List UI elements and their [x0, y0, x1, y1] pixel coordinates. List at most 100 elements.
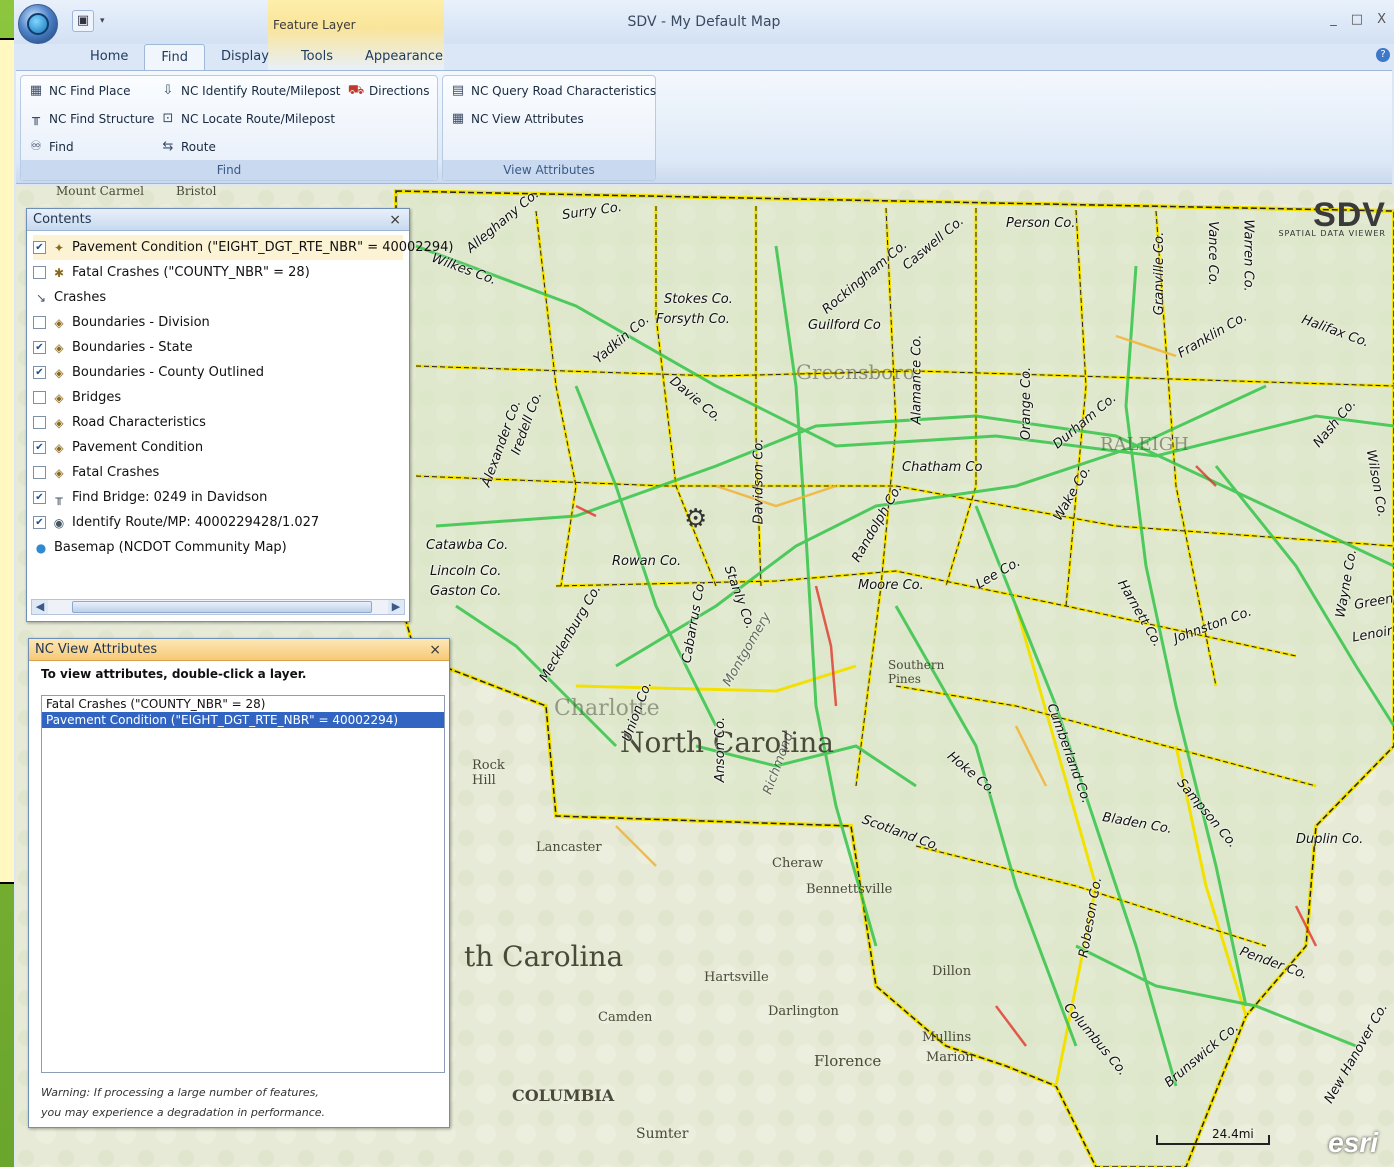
layer-checkbox[interactable]: ✔	[33, 366, 46, 379]
county-label: Davidson Co.	[751, 438, 767, 525]
layer-item[interactable]: ◈ Bridges	[33, 385, 403, 410]
label-rock-hill: Rock Hill	[472, 758, 505, 788]
help-icon[interactable]: ?	[1376, 48, 1390, 62]
layer-checkbox[interactable]	[33, 466, 46, 479]
label-mount-carmel: Mount Carmel	[56, 186, 144, 198]
list-item[interactable]: Fatal Crashes ("COUNTY_NBR" = 28)	[42, 696, 444, 712]
label-south-carolina: th Carolina	[464, 940, 624, 973]
layer-diamond-icon: ◈	[54, 315, 64, 330]
car-icon: ⛟	[347, 83, 365, 98]
layer-checkbox[interactable]: ✔	[33, 441, 46, 454]
tab-tools[interactable]: Tools	[285, 44, 349, 70]
layer-checkbox[interactable]: ✔	[33, 516, 46, 529]
tab-home[interactable]: Home	[74, 44, 144, 70]
ribbon: ▦ NC Find Place ⇩ NC Identify Route/Mile…	[16, 70, 1392, 184]
layer-item[interactable]: ◈ Boundaries - Division	[33, 310, 403, 335]
layer-checkbox[interactable]	[33, 391, 46, 404]
title-bar: ▣ ▾ Feature Layer SDV - My Default Map _…	[14, 0, 1394, 70]
contents-panel: Contents × ✔ ✦ Pavement Condition ("EIGHT_…	[26, 208, 453, 622]
minimize-button[interactable]: _	[1330, 12, 1337, 27]
globe-icon: ●	[35, 540, 47, 555]
contents-close-button[interactable]: ×	[389, 209, 401, 231]
layer-item[interactable]: ● Basemap (NCDOT Community Map)	[33, 535, 403, 560]
county-label: Lincoln Co.	[430, 564, 502, 579]
layer-checkbox[interactable]	[33, 416, 46, 429]
layer-checkbox[interactable]	[33, 266, 46, 279]
layer-item[interactable]: ↘ Crashes	[33, 285, 403, 310]
scroll-thumb[interactable]	[72, 601, 372, 613]
crash-icon: ✱	[53, 265, 65, 280]
nc-query-road-button[interactable]: ▤ NC Query Road Characteristics	[449, 80, 656, 102]
layer-diamond-icon: ◈	[54, 390, 64, 405]
layer-checkbox[interactable]: ✔	[33, 241, 46, 254]
layer-checkbox[interactable]: ✔	[33, 341, 46, 354]
warning-text: Warning: If processing a large number of…	[41, 1086, 326, 1119]
label-cheraw: Cheraw	[772, 856, 824, 871]
route-button[interactable]: ⇆ Route	[159, 136, 216, 158]
label-mullins: Mullins	[922, 1030, 972, 1045]
route-sign-icon: ⊡	[162, 111, 174, 126]
layer-checkbox[interactable]: ✔	[33, 491, 46, 504]
layer-item[interactable]: ✱ Fatal Crashes ("COUNTY_NBR" = 28)	[33, 260, 403, 285]
layer-item[interactable]: ✔ ╥ Find Bridge: 0249 in Davidson	[33, 485, 403, 510]
label-columbia: COLUMBIA	[512, 1086, 615, 1105]
layer-item[interactable]: ✔ ◈ Pavement Condition	[33, 435, 403, 460]
layer-item[interactable]: ✔ ✦ Pavement Condition ("EIGHT_DGT_RTE_NBR…	[33, 235, 453, 260]
tab-display[interactable]: Display	[205, 44, 285, 70]
find-button[interactable]: ♾ Find	[27, 136, 73, 158]
find-group: ▦ NC Find Place ⇩ NC Identify Route/Mile…	[20, 75, 438, 181]
table-icon: ▦	[451, 111, 465, 126]
list-item[interactable]: Pavement Condition ("EIGHT_DGT_RTE_NBR" …	[42, 712, 444, 728]
tab-find[interactable]: Find	[144, 44, 206, 70]
layer-item[interactable]: ◈ Road Characteristics	[33, 410, 403, 435]
view-attributes-title: NC View Attributes	[35, 642, 158, 657]
close-button[interactable]: X	[1377, 12, 1386, 27]
nc-view-attributes-button[interactable]: ▦ NC View Attributes	[449, 108, 584, 130]
county-label: Moore Co.	[858, 578, 924, 593]
view-attributes-close-button[interactable]: ×	[429, 639, 441, 661]
county-label: Catawba Co.	[426, 538, 509, 553]
directions-button[interactable]: ⛟ Directions	[347, 80, 430, 102]
county-label: Alamance Co.	[909, 334, 925, 425]
nc-find-place-button[interactable]: ▦ NC Find Place	[27, 80, 131, 102]
label-darlington: Darlington	[768, 1004, 839, 1019]
nc-identify-route-button[interactable]: ⇩ NC Identify Route/Milepost	[159, 80, 341, 102]
layer-checkbox[interactable]	[33, 316, 46, 329]
layer-item[interactable]: ✔ ◈ Boundaries - State	[33, 335, 403, 360]
esri-logo: esri	[1328, 1127, 1378, 1158]
county-label: Vance Co.	[1204, 221, 1220, 286]
maximize-button[interactable]: □	[1351, 12, 1363, 27]
layer-diamond-icon: ◈	[54, 415, 64, 430]
county-label: Guilford Co	[808, 318, 881, 333]
view-attributes-group: ▤ NC Query Road Characteristics ▦ NC Vie…	[442, 75, 656, 181]
view-attributes-group-label: View Attributes	[443, 160, 655, 180]
county-label: Warren Co.	[1240, 219, 1256, 292]
tab-appearance[interactable]: Appearance	[349, 44, 459, 70]
down-arrow-icon: ⇩	[162, 83, 174, 98]
attribute-layer-list[interactable]: Fatal Crashes ("COUNTY_NBR" = 28) Paveme…	[41, 695, 445, 1073]
layer-item[interactable]: ◈ Fatal Crashes	[33, 460, 403, 485]
county-label: Orange Co.	[1019, 366, 1035, 441]
nc-locate-route-button[interactable]: ⊡ NC Locate Route/Milepost	[159, 108, 336, 130]
scroll-right-icon[interactable]: ▶	[388, 600, 404, 614]
layer-item[interactable]: ✔ ◉ Identify Route/MP: 4000229428/1.027	[33, 510, 403, 535]
nc-find-structure-button[interactable]: ╥ NC Find Structure	[27, 108, 154, 130]
county-label: Gaston Co.	[430, 584, 502, 599]
layer-diamond-icon: ◈	[54, 340, 64, 355]
scroll-left-icon[interactable]: ◀	[32, 600, 48, 614]
county-label: Granville Co.	[1152, 231, 1168, 316]
layer-item[interactable]: ✔ ◈ Boundaries - County Outlined	[33, 360, 403, 385]
county-label: Rowan Co.	[612, 554, 682, 569]
find-group-label: Find	[21, 160, 437, 180]
label-raleigh: RALEIGH	[1100, 434, 1189, 455]
label-florence: Florence	[814, 1052, 882, 1070]
horizontal-scrollbar[interactable]: ◀ ▶	[31, 599, 405, 615]
label-dillon: Dillon	[932, 964, 972, 979]
county-label: Anson Co.	[713, 716, 729, 783]
scale-label: 24.4mi	[1212, 1127, 1254, 1141]
view-attributes-header: NC View Attributes ×	[29, 639, 449, 661]
sdv-logo: SDV SPATIAL DATA VIEWER	[1278, 196, 1386, 238]
label-southern-pines: Southern Pines	[888, 658, 945, 686]
label-hartsville: Hartsville	[704, 970, 769, 985]
bridge-icon: ╥	[32, 111, 40, 126]
